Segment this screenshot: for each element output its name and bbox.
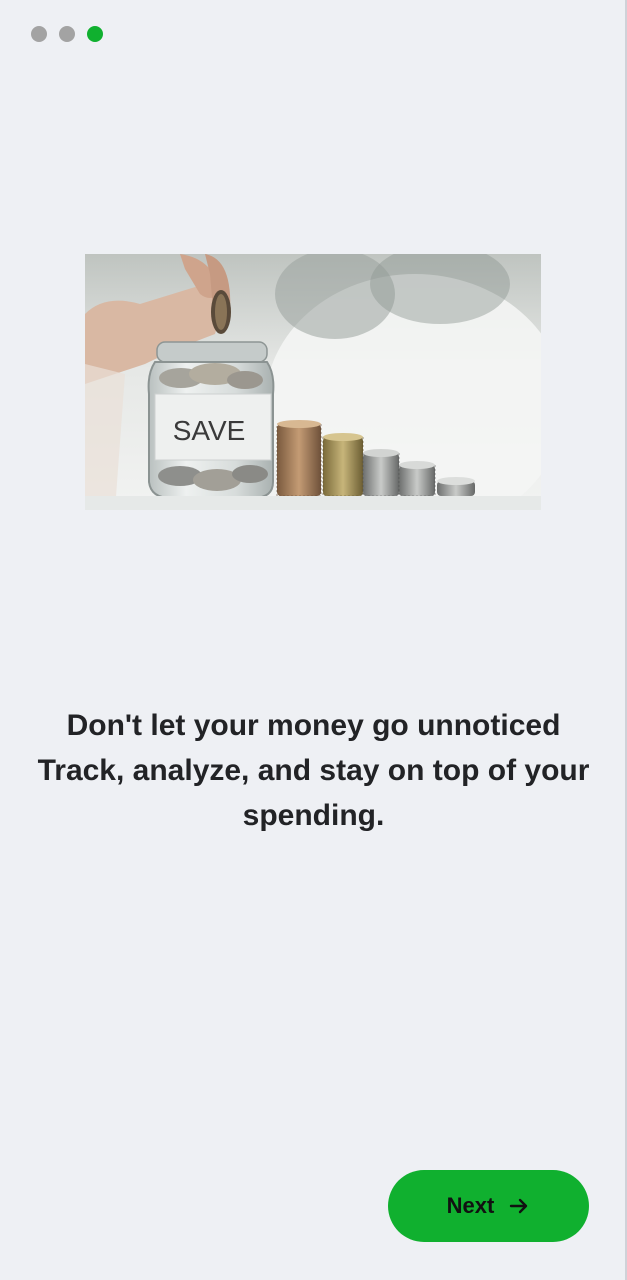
onboarding-headline: Don't let your money go unnoticed Track,… bbox=[20, 703, 607, 838]
page-indicator-dot-3-active bbox=[87, 26, 103, 42]
next-button-label: Next bbox=[446, 1193, 495, 1218]
next-button[interactable]: Next bbox=[388, 1170, 589, 1242]
page-indicator-dot-2 bbox=[59, 26, 75, 42]
headline-line-2: Track, analyze, and stay on top of your bbox=[37, 754, 590, 787]
headline-line-1: Don't let your money go unnoticed bbox=[66, 709, 561, 742]
headline-line-3: spending. bbox=[242, 799, 385, 832]
arrow-right-icon bbox=[508, 1195, 530, 1217]
jar-label-text: SAVE bbox=[173, 415, 246, 446]
page-indicator-dot-1 bbox=[31, 26, 47, 42]
hero-image: SAVE bbox=[85, 254, 541, 510]
page-indicator bbox=[31, 26, 103, 42]
